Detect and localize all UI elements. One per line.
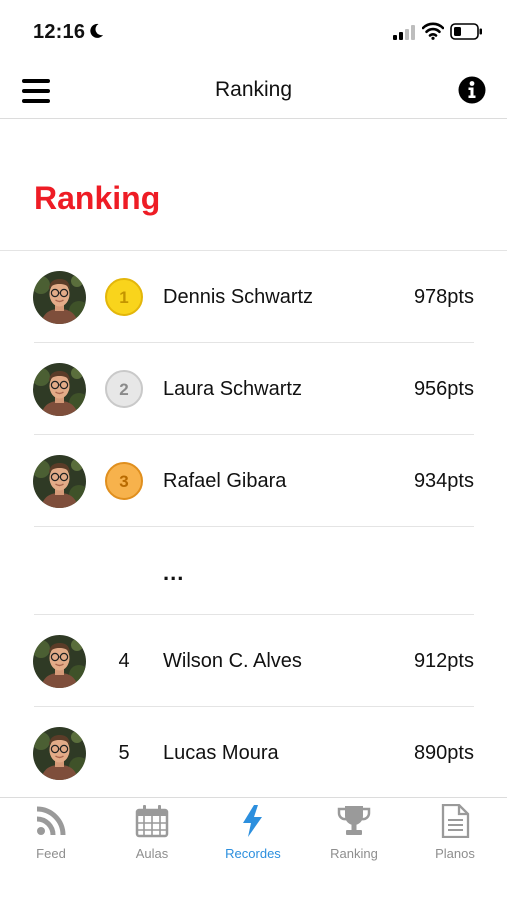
tab-label: Feed (36, 846, 66, 861)
player-points: 912pts (413, 650, 474, 672)
avatar (33, 727, 86, 780)
avatar (33, 455, 86, 508)
info-icon[interactable] (458, 76, 486, 104)
nav-title: Ranking (214, 78, 293, 101)
lightning-icon (243, 805, 262, 837)
status-bar: 12:16 (0, 0, 507, 62)
tab-bar: Feed Aulas Recordes Ranking Planos (0, 797, 507, 900)
wifi-icon (422, 22, 444, 40)
status-time: 12:16 (33, 21, 86, 43)
player-name: Lucas Moura (163, 742, 279, 764)
navigation-bar: Ranking (0, 62, 507, 119)
tab-label: Recordes (225, 846, 281, 861)
tab-feed[interactable]: Feed (1, 804, 101, 866)
avatar (33, 363, 86, 416)
document-icon (441, 804, 470, 838)
tab-aulas[interactable]: Aulas (102, 804, 202, 866)
player-points: 978pts (413, 286, 474, 308)
silver-medal-badge: 2 (105, 370, 143, 408)
ranking-row[interactable]: 5 Lucas Moura 890pts (0, 707, 507, 799)
ellipsis-separator: ... (163, 560, 185, 585)
avatar (33, 271, 86, 324)
player-name: Dennis Schwartz (163, 286, 314, 308)
bronze-medal-badge: 3 (105, 462, 143, 500)
tab-planos[interactable]: Planos (405, 804, 505, 866)
player-points: 956pts (413, 378, 474, 400)
ranking-row[interactable]: 1 Dennis Schwartz 978pts (0, 251, 507, 343)
tab-recordes[interactable]: Recordes (203, 804, 303, 866)
player-name: Laura Schwartz (163, 378, 302, 400)
trophy-icon (337, 806, 371, 835)
player-name: Wilson C. Alves (163, 650, 302, 672)
player-name: Rafael Gibara (163, 470, 287, 492)
player-points: 890pts (413, 742, 474, 764)
calendar-icon (135, 805, 169, 838)
rss-icon (36, 806, 66, 836)
divider (34, 526, 474, 527)
player-points: 934pts (413, 470, 474, 492)
avatar (33, 635, 86, 688)
tab-label: Ranking (330, 846, 378, 861)
ranking-row[interactable]: 3 Rafael Gibara 934pts (0, 435, 507, 527)
moon-icon (90, 23, 103, 38)
position-number: 4 (118, 650, 130, 672)
cellular-signal-icon (393, 25, 415, 40)
tab-label: Aulas (135, 846, 169, 861)
ranking-row[interactable]: 4 Wilson C. Alves 912pts (0, 615, 507, 707)
gold-medal-badge: 1 (105, 278, 143, 316)
position-number: 5 (118, 742, 130, 764)
tab-label: Planos (435, 846, 475, 861)
ranking-row[interactable]: 2 Laura Schwartz 956pts (0, 343, 507, 435)
page-heading: Ranking (34, 180, 161, 216)
tab-ranking[interactable]: Ranking (304, 804, 404, 866)
battery-icon (450, 23, 482, 40)
